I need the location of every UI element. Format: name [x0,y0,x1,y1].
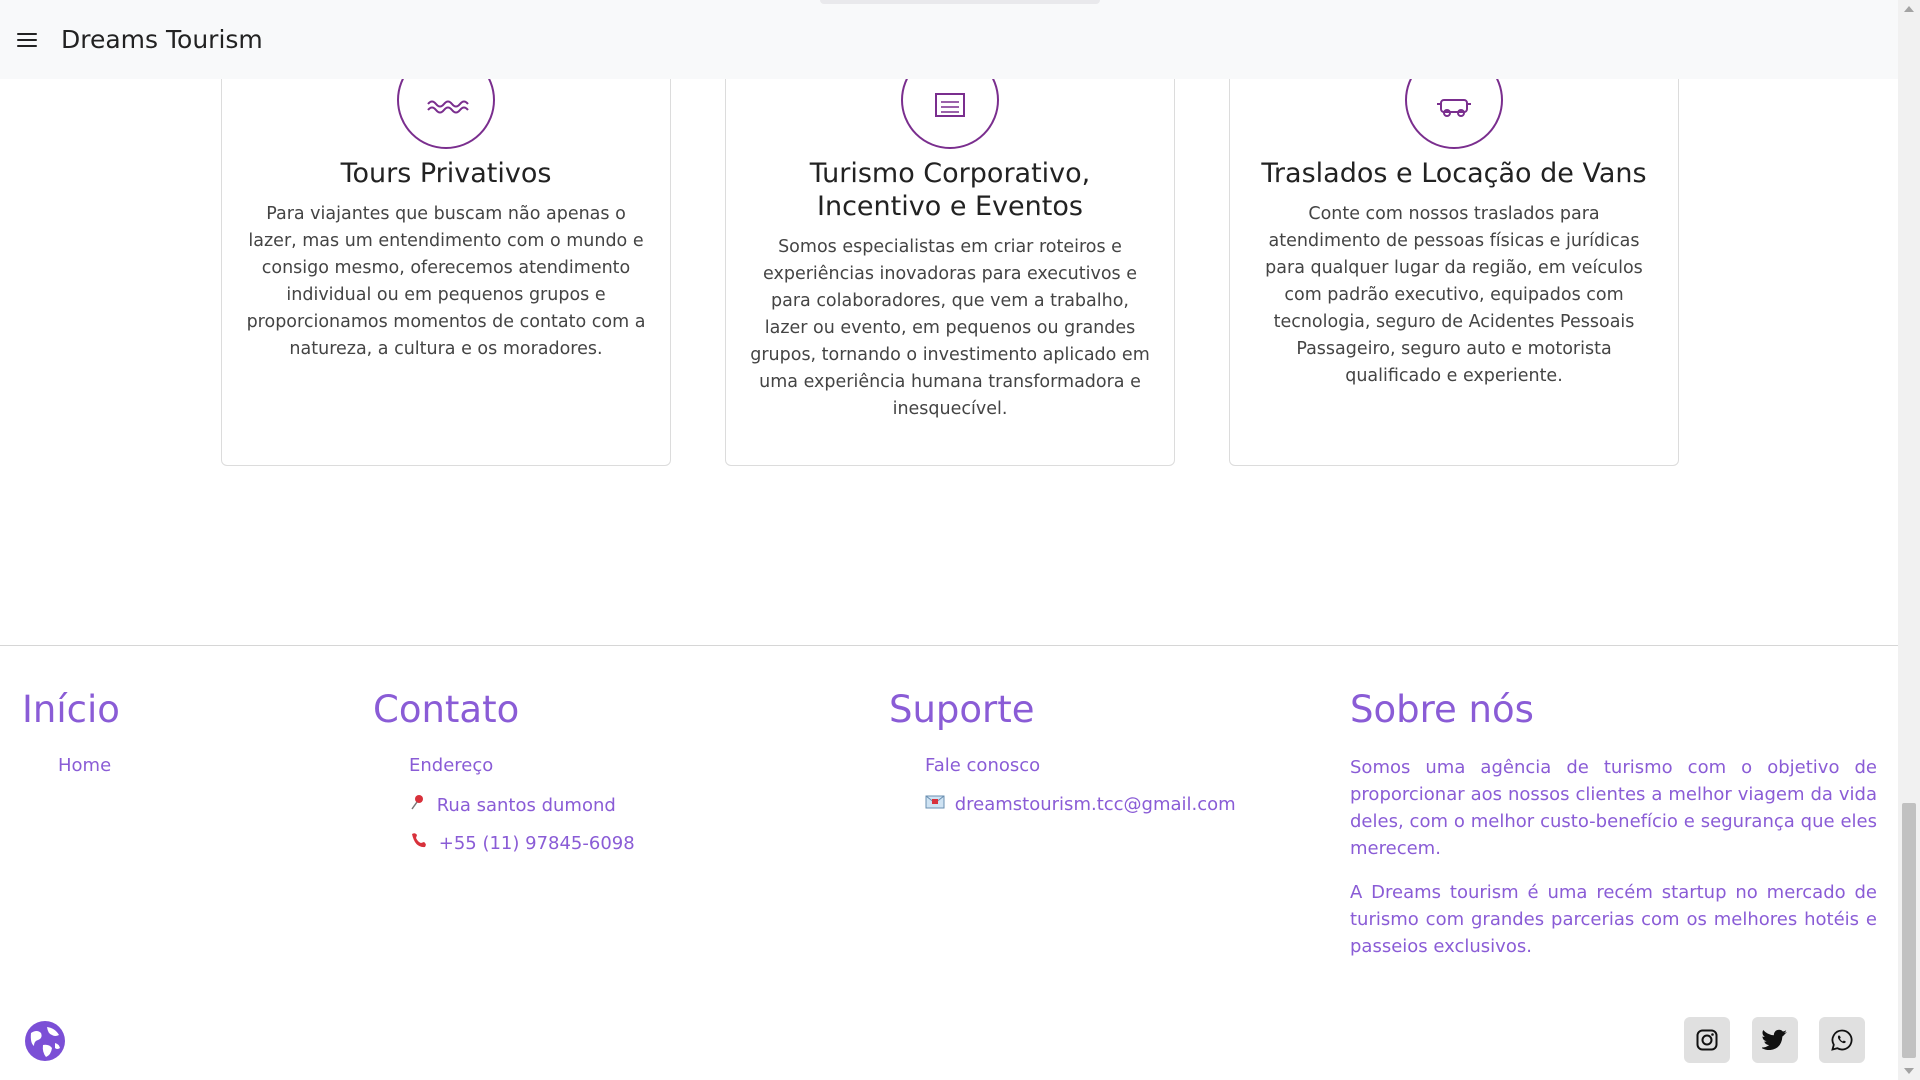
top-navbar: Dreams Tourism [0,0,1898,79]
footer-endereco-link[interactable]: Endereço [409,754,493,778]
service-title: Tours Privativos [340,158,552,189]
footer-address-text: Rua santos dumond [436,795,616,816]
scroll-up-arrow-icon[interactable] [1904,6,1914,12]
footer-suporte: Suporte Fale conosco dreamstourism.tcc@g… [889,684,1236,815]
footer-sobre-paragraph-1: Somos uma agência de turismo com o objet… [1350,757,1877,859]
top-decoration [820,0,1100,4]
footer-contato-title: Contato [373,688,520,731]
page-scrollbar[interactable] [1898,0,1920,1080]
footer-email-text: dreamstourism.tcc@gmail.com [954,794,1236,815]
footer-fale-link[interactable]: Fale conosco [925,754,1040,778]
service-card-corporate: Turismo Corporativo, Incentivo e Eventos… [725,40,1175,466]
service-title: Traslados e Locação de Vans [1261,158,1647,189]
footer-inicio: Início Home [22,684,120,776]
whatsapp-icon[interactable] [1819,1017,1865,1063]
service-description: Somos especialistas em criar roteiros e … [750,237,1150,419]
service-description: Para viajantes que buscam não apenas o l… [246,204,646,359]
footer-email[interactable]: dreamstourism.tcc@gmail.com [925,793,1236,817]
footer-phone[interactable]: +55 (11) 97845-6098 [409,831,635,856]
service-card-tours: Tours Privativos Para viajantes que busc… [221,40,671,466]
footer-home-link[interactable]: Home [58,754,111,778]
service-description: Conte com nossos traslados para atendime… [1265,204,1643,386]
footer-contato: Contato Endereço Rua santos dumond +55 (… [373,684,635,854]
service-card-transfers: Traslados e Locação de Vans Conte com no… [1229,40,1679,466]
scrollbar-thumb[interactable] [1902,803,1916,1058]
phone-icon [409,831,429,856]
footer-sobre: Sobre nós Somos uma agência de turismo c… [1350,684,1877,957]
pushpin-icon [409,793,427,818]
hamburger-menu-icon[interactable] [17,26,45,54]
twitter-icon[interactable] [1752,1017,1798,1063]
footer-phone-text: +55 (11) 97845-6098 [438,833,635,854]
footer-inicio-title: Início [22,688,120,731]
footer-sobre-paragraph-2: A Dreams tourism é uma recém startup no … [1350,882,1877,957]
mail-icon [925,793,945,817]
instagram-icon[interactable] [1684,1017,1730,1063]
scroll-down-arrow-icon[interactable] [1904,1068,1914,1074]
footer-address[interactable]: Rua santos dumond [409,793,616,818]
footer-suporte-title: Suporte [889,688,1035,731]
footer-sobre-title: Sobre nós [1350,688,1534,731]
service-title: Turismo Corporativo, Incentivo e Eventos [809,158,1091,222]
brand-title[interactable]: Dreams Tourism [61,25,263,54]
footer-divider [0,645,1898,646]
globe-logo-icon[interactable] [23,1019,67,1063]
